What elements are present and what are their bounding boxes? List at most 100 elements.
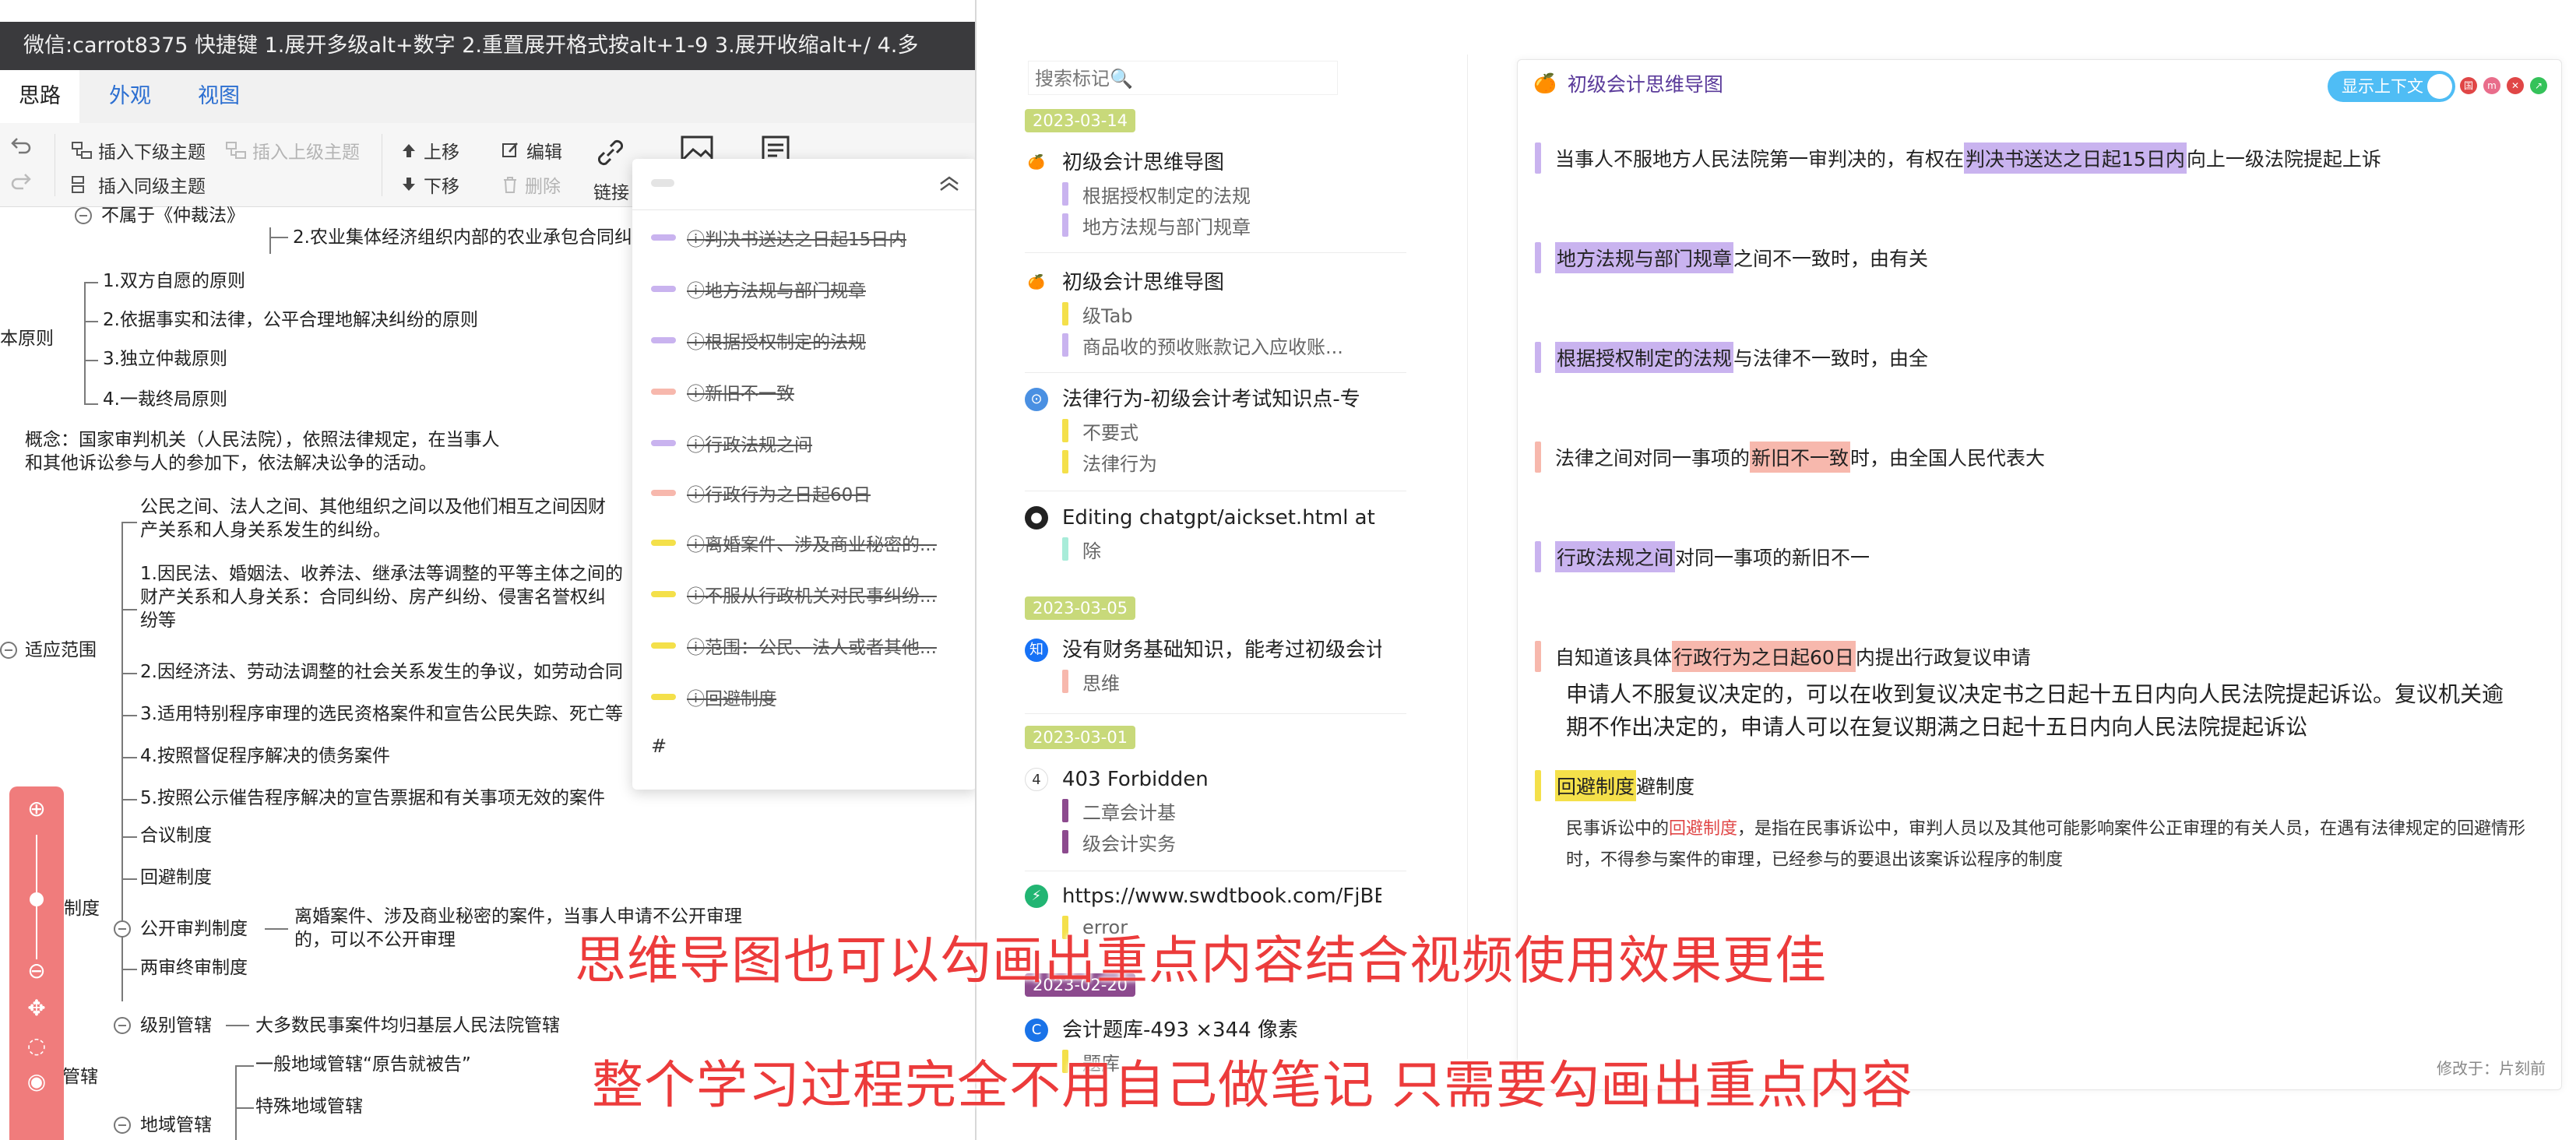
highlight-item[interactable]: ⓘ不服从行政机关对民事纠纷... [651, 582, 970, 606]
mm-node[interactable]: 制度 [64, 897, 100, 920]
highlight-entry[interactable]: 回避制度 避制度 [1535, 770, 1694, 801]
connector [265, 928, 288, 930]
highlight-item[interactable]: ⓘ离婚案件、涉及商业秘密的... [651, 531, 970, 554]
move-icon[interactable]: ✥ [25, 997, 48, 1020]
tab-thinking[interactable]: 思路 [0, 70, 79, 123]
mm-node[interactable]: 5.按照公示催告程序解决的宣告票据和有关事项无效的案件 [140, 786, 605, 810]
note-highlight[interactable]: 地方法规与部门规章 [1062, 212, 1381, 238]
note-item[interactable]: ● Editing chatgpt/aickset.html at r 除 [1025, 503, 1445, 596]
expand-button[interactable]: ↗ [2530, 77, 2547, 94]
insert-child-button[interactable]: 插入下级主题 [72, 137, 206, 164]
note-highlight[interactable]: 级Tab [1062, 301, 1381, 327]
tag-hash[interactable]: # [651, 735, 667, 757]
highlighted-phrase: 地方法规与部门规章 [1555, 242, 1734, 273]
mm-node[interactable]: 概念：国家审判机关（人民法院），依照法律规定，在当事人和其他诉讼参与人的参加下，… [25, 428, 508, 475]
modified-timestamp: 修改于：片刻前 [2437, 1059, 2546, 1078]
close-button[interactable]: ✕ [2507, 77, 2524, 94]
mm-node[interactable]: 2.农业集体经济组织内部的农业承包合同纠 [293, 226, 632, 249]
mm-node[interactable]: 回避制度 [140, 866, 212, 889]
collapse-up-icon[interactable] [938, 174, 961, 193]
undo-button[interactable] [9, 134, 33, 157]
mm-node[interactable]: 大多数民事案件均归基层人民法院管辖 [255, 1014, 560, 1037]
collapse-toggle[interactable] [0, 642, 17, 659]
note-highlight[interactable]: 商品收的预收账款记入应收账... [1062, 332, 1381, 358]
highlight-item[interactable]: ⓘ地方法规与部门规章 [651, 277, 970, 301]
minimize-button[interactable]: m [2483, 77, 2500, 94]
redo-button[interactable] [9, 170, 33, 193]
highlight-item[interactable]: ⓘ新旧不一致 [651, 380, 970, 403]
collapse-toggle[interactable] [75, 207, 92, 224]
note-highlight[interactable]: 级会计实务 [1062, 829, 1381, 855]
collapse-toggle[interactable] [114, 1117, 131, 1134]
fit-view-icon[interactable]: ◌ [25, 1034, 48, 1057]
mm-node[interactable]: 公民之间、法人之间、其他组织之间以及他们相互之间因财产关系和人身关系发生的纠纷。 [140, 495, 623, 542]
highlight-entry[interactable]: 地方法规与部门规章 之间不一致时，由有关 [1535, 242, 1928, 273]
color-marker [1535, 142, 1541, 174]
mm-node[interactable]: 合议制度 [140, 824, 212, 847]
mm-node[interactable]: 1.双方自愿的原则 [103, 269, 245, 293]
move-down-button[interactable]: 下移 [400, 171, 459, 198]
delete-label: 删除 [525, 177, 561, 197]
highlight-entry[interactable]: 当事人不服地方人民法院第一审判决的，有权在 判决书送达之日起15日内 向上一级法… [1535, 142, 2381, 174]
connector [121, 836, 123, 970]
eye-icon[interactable]: ◉ [25, 1070, 48, 1093]
tab-appearance[interactable]: 外观 [90, 70, 170, 123]
edit-button[interactable]: 编辑 [501, 137, 562, 164]
mm-node[interactable]: 公开审判制度 [140, 917, 248, 941]
mm-node[interactable]: 2.因经济法、劳动法调整的社会关系发生的争议，如劳动合同 [140, 660, 623, 684]
note-highlight[interactable]: 不要式 [1062, 417, 1381, 444]
note-item[interactable]: 知 没有财务基础知识，能考过初级会计 思维 [1025, 635, 1445, 729]
highlight-item[interactable]: ⓘ回避制度 [651, 685, 970, 709]
mm-node[interactable]: 1.因民法、婚姻法、收养法、继承法等调整的平等主体之间的财产关系和人身关系：合同… [140, 562, 623, 632]
mm-node[interactable]: 适应范围 [25, 639, 97, 662]
highlight-text: 与法律不一致时，由全 [1733, 347, 1929, 370]
zoom-out-icon[interactable]: ⊖ [25, 959, 48, 983]
collapse-toggle[interactable] [114, 920, 131, 938]
format-button[interactable]: 国 [2460, 77, 2477, 94]
drag-handle[interactable] [651, 179, 674, 187]
mm-node[interactable]: 3.适用特别程序审理的选民资格案件和宣告公民失踪、死亡等 [140, 702, 623, 726]
mm-node[interactable]: 3.独立仲裁原则 [103, 347, 227, 371]
highlight-entry[interactable]: 自知道该具体 行政行为之日起60日 内提出行政复议申请 [1535, 641, 2031, 672]
zoom-slider-handle[interactable] [30, 892, 44, 906]
mm-node[interactable]: 级别管辖 [140, 1014, 212, 1037]
move-up-button[interactable]: 上移 [400, 137, 459, 164]
mm-node[interactable]: 2.依据事实和法律，公平合理地解决纠纷的原则 [103, 308, 478, 332]
note-highlight[interactable]: 法律行为 [1062, 449, 1381, 475]
note-item[interactable]: 🍊 初级会计思维导图 级Tab 商品收的预收账款记入应收账... [1025, 268, 1445, 385]
mm-node[interactable]: 特殊地域管辖 [255, 1095, 363, 1118]
highlight-entry[interactable]: 法律之间对同一事项的 新旧不一致 时，由全国人民代表大 [1535, 442, 2045, 473]
mm-node[interactable]: 不属于《仲裁法》 [101, 204, 245, 227]
mm-node[interactable]: 本原则 [0, 327, 54, 350]
highlight-item[interactable]: ⓘ行政行为之日起60日 [651, 481, 970, 505]
mm-node[interactable]: 4.一裁终局原则 [103, 388, 227, 411]
note-highlight[interactable]: 根据授权制定的法规 [1062, 181, 1381, 207]
insert-parent-button[interactable]: 插入上级主题 [226, 137, 360, 164]
insert-sibling-button[interactable]: 插入同级主题 [72, 171, 206, 198]
note-item[interactable]: 4 403 Forbidden 二章会计基 级会计实务 [1025, 765, 1445, 881]
highlight-entry[interactable]: 行政法规之间 对同一事项的新旧不一 [1535, 541, 1870, 572]
link-button[interactable] [593, 135, 628, 170]
delete-button[interactable]: 删除 [501, 171, 561, 198]
highlight-item[interactable]: ⓘ范围：公民、法人或者其他... [651, 634, 970, 657]
highlight-item[interactable]: ⓘ根据授权制定的法规 [651, 329, 970, 352]
zoom-in-icon[interactable]: ⊕ [25, 797, 48, 821]
note-highlight[interactable]: 思维 [1062, 668, 1381, 695]
highlight-entry[interactable]: 根据授权制定的法规 与法律不一致时，由全 [1535, 342, 1928, 373]
note-highlight[interactable]: 除 [1062, 536, 1381, 562]
note-item[interactable]: ⊙ 法律行为-初级会计考试知识点-专 不要式 法律行为 [1025, 385, 1445, 501]
mm-node[interactable]: 管辖 [62, 1065, 98, 1089]
collapse-toggle[interactable] [114, 1017, 131, 1034]
mm-node[interactable]: 一般地域管辖“原告就被告” [255, 1053, 471, 1076]
highlight-item[interactable]: ⓘ行政法规之间 [651, 431, 970, 455]
mm-node[interactable]: 地域管辖 [140, 1114, 212, 1137]
note-highlight[interactable]: 二章会计基 [1062, 797, 1381, 824]
tab-view[interactable]: 视图 [179, 70, 259, 123]
search-input[interactable]: 搜索标记🔍 [1028, 61, 1338, 95]
highlight-item[interactable]: ⓘ判决书送达之日起15日内 [651, 226, 970, 249]
context-toggle[interactable]: 显示上下文 [2328, 71, 2455, 102]
color-bar [651, 440, 676, 446]
mm-node[interactable]: 4.按照督促程序解决的债务案件 [140, 744, 390, 768]
mm-node[interactable]: 两审终审制度 [140, 956, 248, 980]
note-item[interactable]: 🍊 初级会计思维导图 根据授权制定的法规 地方法规与部门规章 [1025, 148, 1445, 265]
